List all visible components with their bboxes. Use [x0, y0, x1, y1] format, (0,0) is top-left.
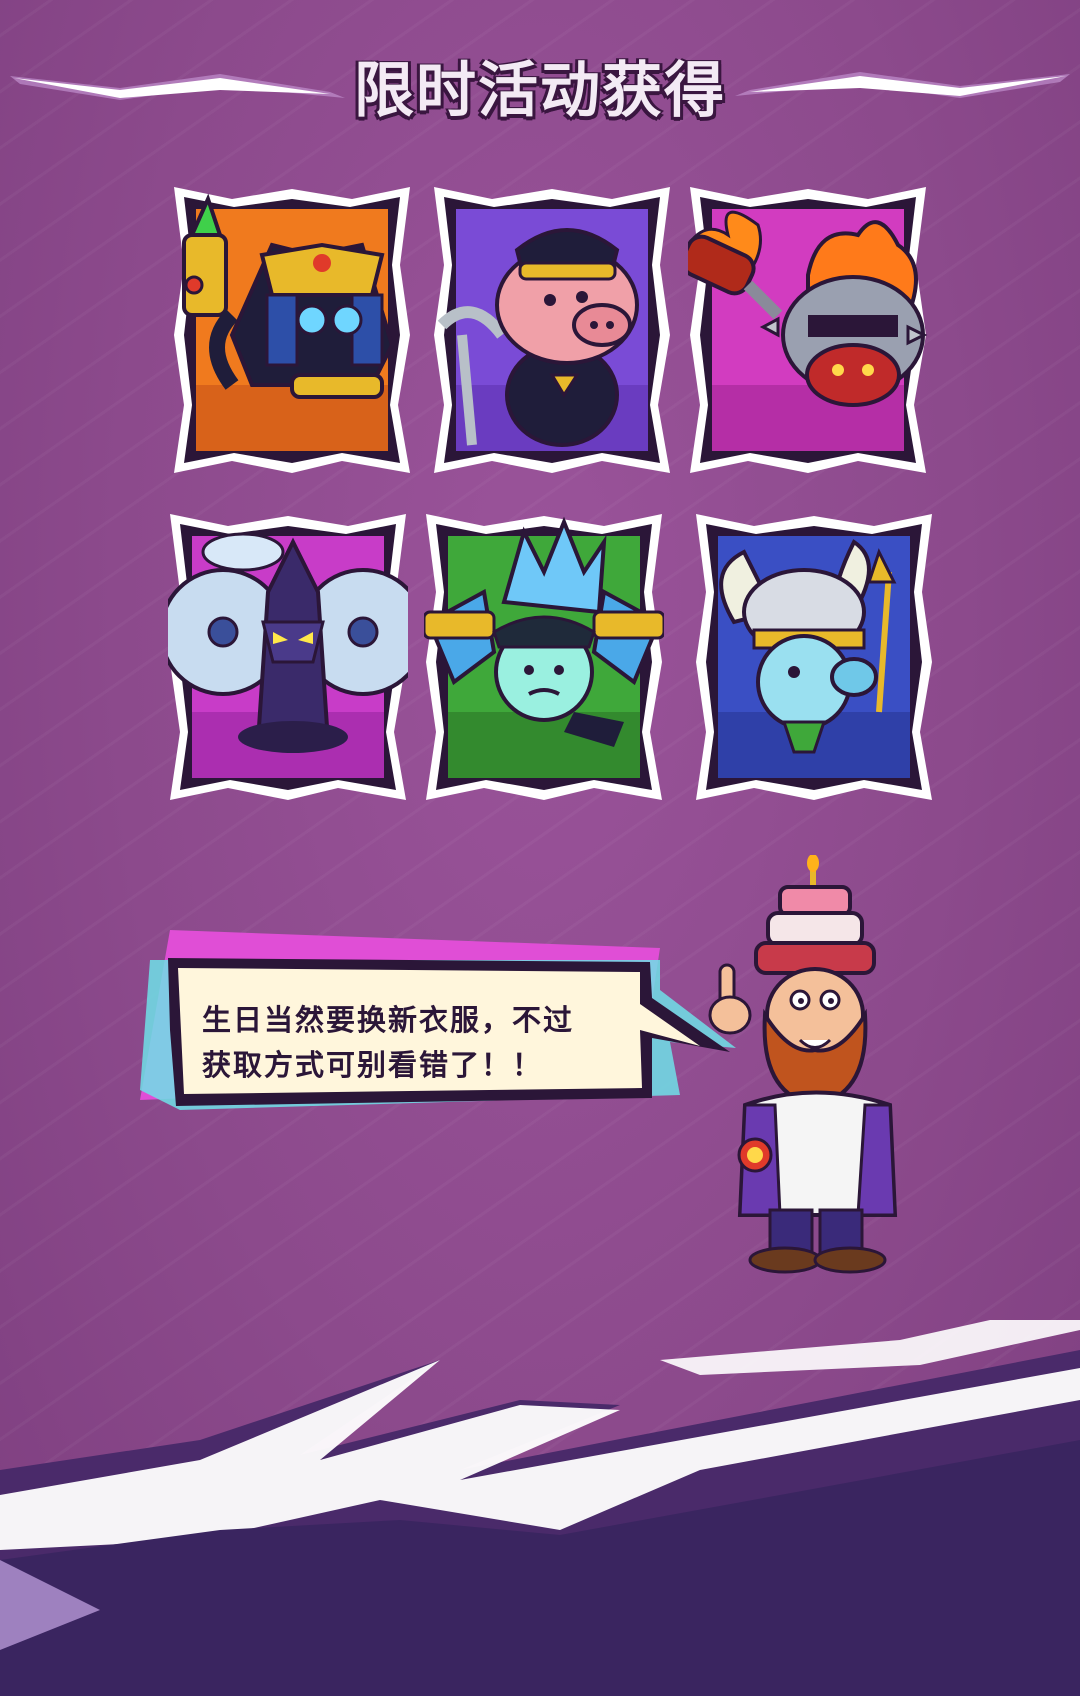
speech-text: 生日当然要换新衣服，不过 获取方式可别看错了！！ [202, 998, 652, 1088]
card-flame-knight[interactable] [688, 185, 928, 475]
ice-claw-icon [424, 516, 664, 747]
card-pig-reaper[interactable] [432, 185, 672, 475]
card-valkyrie-pea[interactable] [694, 512, 934, 802]
speech-line-2: 获取方式可别看错了！！ [202, 1048, 544, 1082]
bottom-lightning [0, 1320, 1080, 1696]
card-ice-claw[interactable] [424, 512, 664, 802]
speech-line-1: 生日当然要换新衣服，不过 [202, 1003, 575, 1037]
reward-grid [0, 0, 1080, 820]
flame-knight-icon [688, 210, 928, 407]
card-fan-ninja[interactable] [168, 512, 408, 802]
valkyrie-pea-icon [719, 539, 897, 754]
pig-reaper-icon [437, 228, 639, 447]
card-pharaoh-cat[interactable] [172, 185, 412, 475]
fan-ninja-icon [168, 532, 408, 753]
pharaoh-cat-icon [182, 193, 395, 399]
speech-bubble: 生日当然要换新衣服，不过 获取方式可别看错了！！ [140, 930, 740, 1130]
crazy-dave-character [708, 855, 898, 1274]
